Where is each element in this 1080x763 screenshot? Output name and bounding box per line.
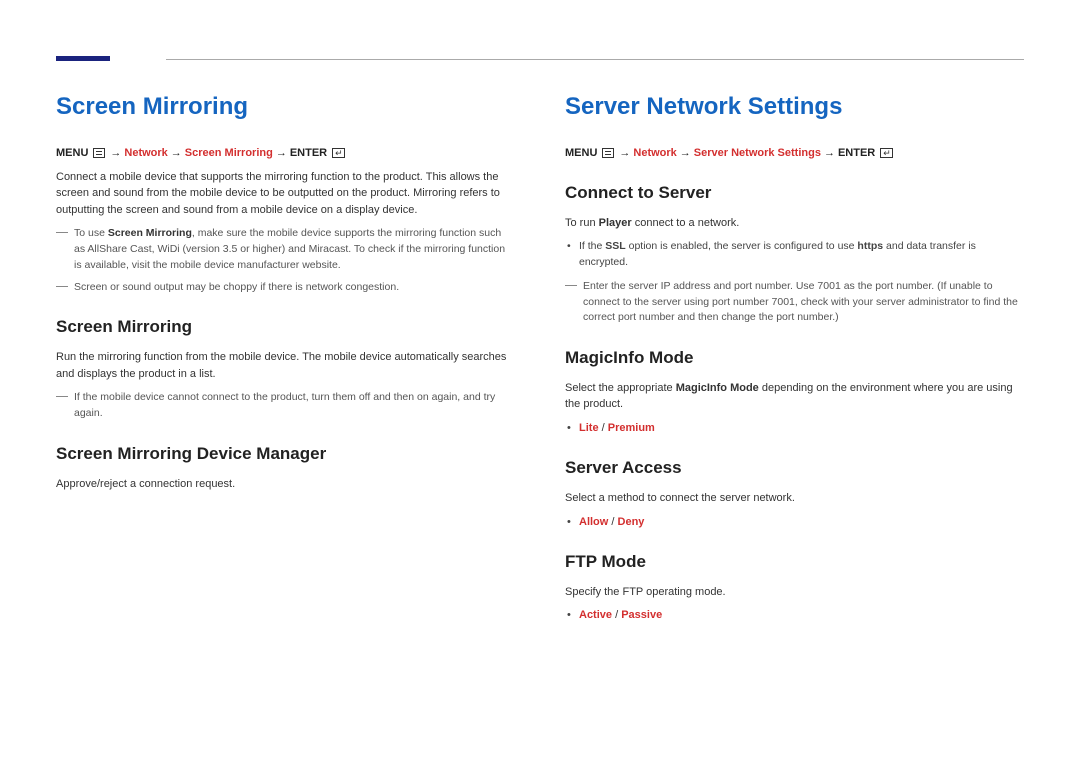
opt-deny: Deny bbox=[618, 516, 645, 528]
bc-menu-label: MENU bbox=[56, 146, 88, 161]
server-access-text: Select a method to connect the server ne… bbox=[565, 490, 1024, 507]
subheading-screen-mirroring: Screen Mirroring bbox=[56, 315, 515, 339]
opt-premium: Premium bbox=[608, 422, 655, 434]
seg: If the bbox=[579, 240, 605, 252]
dash-icon bbox=[565, 285, 577, 286]
bc-network: Network bbox=[633, 146, 676, 161]
magicinfo-options: Lite / Premium bbox=[565, 421, 1024, 436]
seg: Select the appropriate bbox=[565, 382, 676, 394]
bc-server-settings: Server Network Settings bbox=[694, 146, 821, 161]
arrow-icon: → bbox=[824, 146, 835, 161]
accent-bar bbox=[56, 56, 110, 61]
bc-enter-label: ENTER bbox=[838, 146, 875, 161]
bc-enter-label: ENTER bbox=[290, 146, 327, 161]
enter-icon bbox=[880, 148, 893, 158]
note-text: Screen or sound output may be choppy if … bbox=[74, 280, 515, 296]
ssl-bullet: If the SSL option is enabled, the server… bbox=[579, 239, 1024, 271]
arrow-icon: → bbox=[276, 146, 287, 161]
menu-icon bbox=[93, 148, 105, 158]
heading-server-network: Server Network Settings bbox=[565, 90, 1024, 124]
note-choppy: Screen or sound output may be choppy if … bbox=[56, 280, 515, 296]
enter-icon bbox=[332, 148, 345, 158]
arrow-icon: → bbox=[171, 146, 182, 161]
left-column: Screen Mirroring MENU → Network → Screen… bbox=[56, 90, 515, 628]
slash: / bbox=[602, 422, 605, 434]
top-rule bbox=[166, 59, 1024, 60]
dash-icon bbox=[56, 232, 68, 233]
subheading-magicinfo: MagicInfo Mode bbox=[565, 346, 1024, 370]
arrow-icon: → bbox=[619, 146, 630, 161]
note-text: To use Screen Mirroring, make sure the m… bbox=[74, 226, 515, 273]
subheading-server-access: Server Access bbox=[565, 456, 1024, 480]
opt-lite: Lite bbox=[579, 422, 599, 434]
ftp-mode-options: Active / Passive bbox=[565, 608, 1024, 623]
opt-active: Active bbox=[579, 609, 612, 621]
note-retry: If the mobile device cannot connect to t… bbox=[56, 390, 515, 422]
connect-server-text: To run Player connect to a network. bbox=[565, 215, 1024, 232]
seg: To run bbox=[565, 217, 599, 229]
subheading-device-manager: Screen Mirroring Device Manager bbox=[56, 442, 515, 466]
note-text: If the mobile device cannot connect to t… bbox=[74, 390, 515, 422]
bc-screen-mirroring: Screen Mirroring bbox=[185, 146, 273, 161]
seg: connect to a network. bbox=[632, 217, 740, 229]
subheading-connect-server: Connect to Server bbox=[565, 181, 1024, 205]
right-column: Server Network Settings MENU → Network →… bbox=[565, 90, 1024, 628]
seg: option is enabled, the server is configu… bbox=[626, 240, 858, 252]
note-bold: Screen Mirroring bbox=[108, 227, 192, 239]
content-columns: Screen Mirroring MENU → Network → Screen… bbox=[56, 90, 1024, 628]
bold: MagicInfo Mode bbox=[676, 382, 759, 394]
bold: Player bbox=[599, 217, 632, 229]
opt-passive: Passive bbox=[621, 609, 662, 621]
note-use-mirroring: To use Screen Mirroring, make sure the m… bbox=[56, 226, 515, 273]
note-seg: To use bbox=[74, 227, 108, 239]
menu-icon bbox=[602, 148, 614, 158]
dash-icon bbox=[56, 286, 68, 287]
bold: SSL bbox=[605, 240, 625, 252]
run-mirroring-text: Run the mirroring function from the mobi… bbox=[56, 349, 515, 382]
slash: / bbox=[611, 516, 614, 528]
breadcrumb-left: MENU → Network → Screen Mirroring → ENTE… bbox=[56, 146, 515, 161]
server-access-options: Allow / Deny bbox=[565, 515, 1024, 530]
dash-icon bbox=[56, 396, 68, 397]
magicinfo-text: Select the appropriate MagicInfo Mode de… bbox=[565, 380, 1024, 413]
intro-text: Connect a mobile device that supports th… bbox=[56, 169, 515, 219]
ftp-mode-text: Specify the FTP operating mode. bbox=[565, 584, 1024, 601]
ssl-bullet-list: If the SSL option is enabled, the server… bbox=[565, 239, 1024, 271]
arrow-icon: → bbox=[110, 146, 121, 161]
bc-menu-label: MENU bbox=[565, 146, 597, 161]
approve-reject-text: Approve/reject a connection request. bbox=[56, 476, 515, 493]
subheading-ftp-mode: FTP Mode bbox=[565, 550, 1024, 574]
breadcrumb-right: MENU → Network → Server Network Settings… bbox=[565, 146, 1024, 161]
bold: https bbox=[857, 240, 883, 252]
note-text: Enter the server IP address and port num… bbox=[583, 279, 1024, 326]
arrow-icon: → bbox=[680, 146, 691, 161]
bc-network: Network bbox=[124, 146, 167, 161]
opt-allow: Allow bbox=[579, 516, 608, 528]
slash: / bbox=[615, 609, 618, 621]
heading-screen-mirroring: Screen Mirroring bbox=[56, 90, 515, 124]
note-port: Enter the server IP address and port num… bbox=[565, 279, 1024, 326]
